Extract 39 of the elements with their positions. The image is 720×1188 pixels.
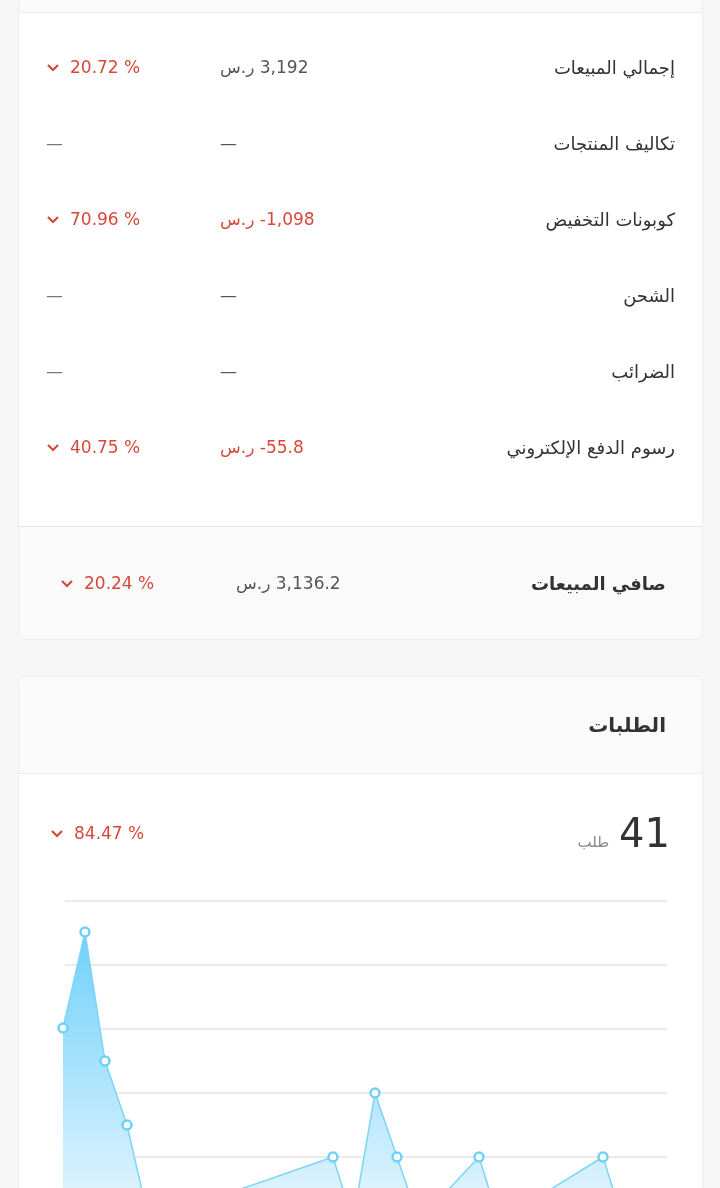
metric-label: كوبونات التخفيض [545,208,675,230]
chart-point [79,926,91,938]
caret-down-icon [50,828,64,838]
amount-value: 1,098- ر.س [220,209,315,229]
percent-change: — [46,285,63,305]
percent-change: 70.96 % [70,209,141,229]
chart-point [121,1119,133,1131]
caret-down-icon [46,214,60,224]
amount-value: 55.8- ر.س [220,437,304,457]
metric-label: رسوم الدفع الإلكتروني [506,436,675,458]
metric-label: إجمالي المبيعات [553,56,675,78]
chart-point [391,1151,403,1163]
caret-down-icon [60,578,74,588]
percent-change: 40.75 % [70,437,141,457]
metric-label: تكاليف المنتجات [553,132,675,154]
caret-down-icon [46,442,60,452]
percent-change: — [46,361,63,381]
count-unit: طلب [577,833,610,851]
card-title: الطلبات [588,713,666,737]
amount-value: 3,192 ر.س [220,57,309,77]
amount-value: — [220,361,237,381]
metric-label: الشحن [623,284,675,306]
caret-down-icon [46,62,60,72]
amount-value: 3,136.2 ر.س [236,573,341,593]
chart-point [473,1151,485,1163]
percent-change: 20.72 % [70,57,141,77]
chart-point [99,1055,111,1067]
chart-point [327,1151,339,1163]
percent-change: 20.24 % [84,573,155,593]
amount-value: — [220,285,237,305]
chart-point [369,1087,381,1099]
amount-value: — [220,133,237,153]
percent-change: 84.47 % [74,823,145,843]
percent-change: — [46,133,63,153]
metric-label: صافي المبيعات [530,572,666,594]
chart-point [57,1022,69,1034]
order-count: 41 [619,810,670,856]
chart-point [597,1151,609,1163]
metric-label: الضرائب [611,360,675,382]
